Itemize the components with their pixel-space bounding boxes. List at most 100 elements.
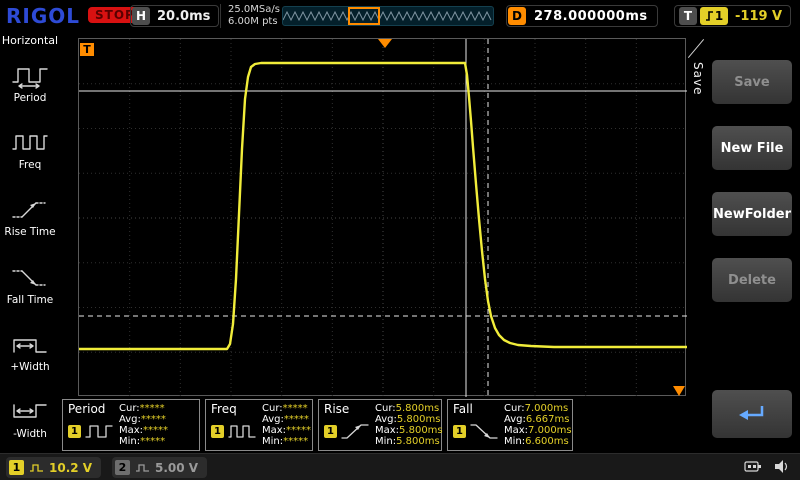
- sidebar-item-label: Period: [14, 92, 47, 104]
- menu-button-delete[interactable]: Delete: [712, 258, 792, 302]
- coupling-icon: [135, 463, 150, 473]
- measurement-freq: Freq 1 Cur:***** Avg:***** Max:***** Min…: [205, 399, 313, 451]
- period-icon: [10, 63, 50, 89]
- cur-value: *****: [283, 403, 308, 414]
- delay-value: 278.000000ms: [526, 9, 656, 24]
- usb-icon: [744, 459, 762, 474]
- trigger-source: 1: [715, 9, 723, 23]
- sidebar-item-period[interactable]: Period: [0, 50, 60, 117]
- trigger-label: T: [679, 7, 697, 25]
- min-label: Min:: [504, 436, 525, 447]
- sample-rate: 25.0MSa/s: [228, 4, 280, 16]
- status-bar: 1 10.2 V 2 5.00 V: [0, 453, 800, 480]
- acquisition-info: 25.0MSa/s 6.00M pts: [220, 4, 280, 28]
- sidebar-item-rise-time[interactable]: Rise Time: [0, 184, 60, 251]
- trigger-edge-icon: [705, 10, 714, 22]
- svg-text:T: T: [83, 43, 91, 56]
- max-label: Max:: [375, 425, 399, 436]
- avg-value: 6.667ms: [526, 414, 570, 425]
- speaker-icon[interactable]: [774, 459, 790, 474]
- min-label: Min:: [375, 436, 396, 447]
- menu-button-save[interactable]: Save: [712, 60, 792, 104]
- measurement-rise: Rise 1 Cur:5.800ms Avg:5.800ms Max:5.800…: [318, 399, 442, 451]
- rise-time-icon: [10, 197, 50, 223]
- coupling-icon: [29, 463, 44, 473]
- channel-source-badge: 1: [211, 425, 224, 438]
- trigger-info-group[interactable]: T 1 -119 V: [674, 5, 791, 27]
- channel-scale: 5.00 V: [155, 461, 198, 475]
- period-meas-icon: [84, 421, 114, 441]
- max-value: 7.000ms: [528, 425, 572, 436]
- sidebar-item-freq[interactable]: Freq: [0, 117, 60, 184]
- sidebar-item-label: -Width: [13, 428, 47, 440]
- sidebar-item-plus-width[interactable]: +Width: [0, 319, 60, 386]
- channel-1-badge[interactable]: 1 10.2 V: [6, 457, 101, 478]
- sidebar-item-fall-time[interactable]: Fall Time: [0, 252, 60, 319]
- minus-width-icon: [10, 399, 50, 425]
- avg-value: 5.800ms: [397, 414, 441, 425]
- measurement-name: Freq: [211, 402, 237, 416]
- min-value: *****: [140, 436, 165, 447]
- trigger-level-value: -119 V: [731, 9, 786, 24]
- plus-width-icon: [10, 332, 50, 358]
- measurement-bar: Period 1 Cur:***** Avg:***** Max:***** M…: [62, 399, 573, 451]
- menu-button-back[interactable]: [712, 390, 792, 438]
- avg-label: Avg:: [375, 414, 397, 425]
- sidebar-item-label: Rise Time: [4, 226, 55, 238]
- sidebar-item-label: +Width: [10, 361, 49, 373]
- rigol-logo: RIGOL: [6, 4, 80, 28]
- timebase-value: 20.0ms: [150, 9, 217, 24]
- cur-label: Cur:: [262, 403, 283, 414]
- freq-icon: [10, 130, 50, 156]
- max-label: Max:: [119, 425, 143, 436]
- channel-source-badge: 1: [68, 425, 81, 438]
- min-value: 6.600ms: [525, 436, 569, 447]
- measure-sidebar: Horizontal Period Freq Rise Time: [0, 32, 60, 453]
- max-label: Max:: [504, 425, 528, 436]
- trigger-delay-group[interactable]: D 278.000000ms: [506, 5, 658, 27]
- sidebar-title: Horizontal: [0, 32, 60, 50]
- measurement-name: Period: [68, 402, 105, 416]
- waveform-display: T: [78, 38, 686, 396]
- channel-scale: 10.2 V: [49, 461, 92, 475]
- min-value: *****: [283, 436, 308, 447]
- soft-menu: Save Save New File NewFolder Delete: [688, 32, 800, 453]
- measurement-name: Rise: [324, 402, 349, 416]
- menu-button-new-file[interactable]: New File: [712, 126, 792, 170]
- cur-value: 7.000ms: [525, 403, 569, 414]
- channel-source-badge: 1: [453, 425, 466, 438]
- measurement-name: Fall: [453, 402, 473, 416]
- cur-value: *****: [140, 403, 165, 414]
- horizontal-label: H: [132, 7, 150, 25]
- oscilloscope-screen: RIGOL STOP H 20.0ms 25.0MSa/s 6.00M pts …: [0, 0, 800, 480]
- channel-source-badge: 1: [324, 425, 337, 438]
- max-value: *****: [286, 425, 311, 436]
- rise-meas-icon: [340, 421, 370, 441]
- sidebar-item-minus-width[interactable]: -Width: [0, 386, 60, 453]
- delay-label: D: [508, 7, 526, 25]
- memory-depth: 6.00M pts: [228, 16, 280, 28]
- measurement-period: Period 1 Cur:***** Avg:***** Max:***** M…: [62, 399, 200, 451]
- status-icons: [744, 459, 790, 474]
- min-label: Min:: [262, 436, 283, 447]
- menu-button-new-folder[interactable]: NewFolder: [712, 192, 792, 236]
- fall-time-icon: [10, 265, 50, 291]
- avg-label: Avg:: [119, 414, 141, 425]
- cur-label: Cur:: [375, 403, 396, 414]
- graticule-and-trace: T: [79, 39, 687, 397]
- menu-tab-label: Save: [691, 62, 705, 95]
- avg-label: Avg:: [262, 414, 284, 425]
- cur-value: 5.800ms: [396, 403, 440, 414]
- freq-meas-icon: [227, 421, 257, 441]
- horizontal-timebase-group[interactable]: H 20.0ms: [130, 5, 219, 27]
- avg-value: *****: [284, 414, 309, 425]
- min-label: Min:: [119, 436, 140, 447]
- max-label: Max:: [262, 425, 286, 436]
- waveform-position-bar[interactable]: [282, 6, 494, 26]
- top-bar: RIGOL STOP H 20.0ms 25.0MSa/s 6.00M pts …: [0, 0, 800, 32]
- cur-label: Cur:: [119, 403, 140, 414]
- measurement-fall: Fall 1 Cur:7.000ms Avg:6.667ms Max:7.000…: [447, 399, 573, 451]
- fall-meas-icon: [469, 421, 499, 441]
- channel-number: 1: [9, 460, 24, 475]
- channel-2-badge[interactable]: 2 5.00 V: [112, 457, 207, 478]
